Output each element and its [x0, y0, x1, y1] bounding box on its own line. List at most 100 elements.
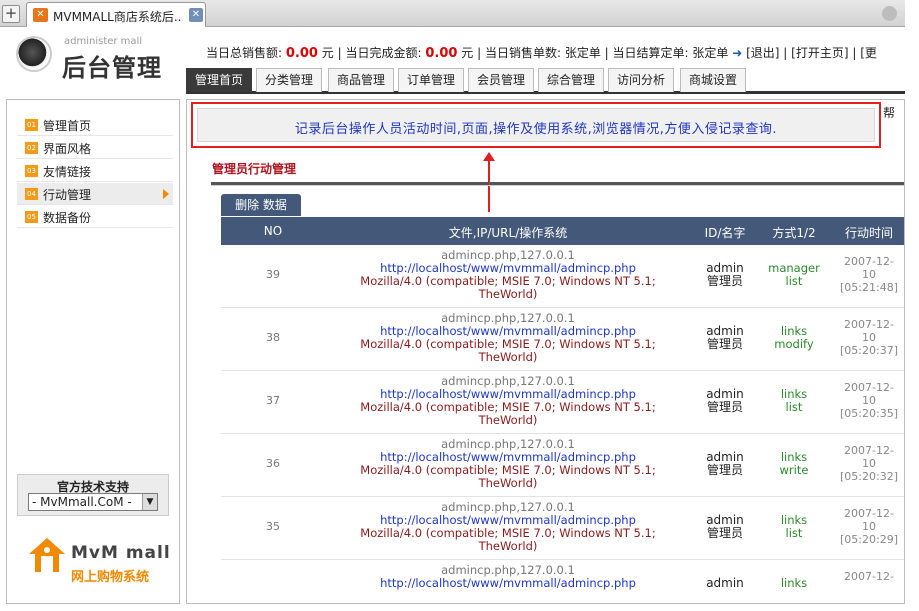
- row-id: admin: [691, 577, 759, 590]
- tech-support-box: 官方技术支持 - MvMmall.CoM - ▼: [17, 474, 169, 516]
- tab-close-icon[interactable]: ✕: [189, 8, 203, 22]
- row-time-date: 2007-12-: [844, 381, 894, 394]
- row-time: 2007-12- 10 [05:20:29]: [829, 507, 904, 546]
- logo-title: 后台管理: [62, 54, 162, 82]
- row-time-day: 10: [862, 268, 876, 281]
- house-logo-icon: [29, 538, 65, 572]
- main-nav: 管理首页 分类管理 商品管理 订单管理 会员管理 综合管理 访问分析 商城设置: [186, 68, 905, 94]
- notice-callout: 记录后台操作人员活动时间,页面,操作及使用系统,浏览器情况,方便入侵记录查询.: [191, 102, 881, 148]
- sidebar-item-label: 友情链接: [43, 165, 92, 179]
- more-link[interactable]: | [更: [852, 46, 877, 60]
- item-number-badge: 02: [25, 142, 38, 154]
- help-link[interactable]: 帮: [883, 104, 895, 121]
- table-row[interactable]: admincp.php,127.0.0.1 http://localhost/w…: [221, 560, 904, 603]
- col-mode[interactable]: 方式1/2: [759, 224, 829, 241]
- row-mode: links list: [759, 388, 829, 414]
- notice-box: 记录后台操作人员活动时间,页面,操作及使用系统,浏览器情况,方便入侵记录查询.: [197, 108, 875, 142]
- row-no: 39: [266, 268, 280, 281]
- row-id: admin 管理员: [691, 262, 759, 288]
- tab-orders[interactable]: 订单管理: [398, 68, 464, 92]
- sidebar-item-actions[interactable]: 04 行动管理: [17, 183, 173, 205]
- sidebar-item-label: 管理首页: [43, 119, 92, 133]
- support-select[interactable]: - MvMmall.CoM - ▼: [28, 493, 158, 511]
- sales-label: 当日总销售额:: [206, 46, 283, 60]
- col-no[interactable]: NO: [221, 224, 325, 238]
- row-mode: links modify: [759, 325, 829, 351]
- tab-analytics[interactable]: 访问分析: [608, 68, 674, 92]
- daily-stats: 当日总销售额: 0.00 元 | 当日完成金额: 0.00 元 | 当日销售单数…: [206, 44, 877, 61]
- row-file: admincp.php,127.0.0.1 http://localhost/w…: [325, 501, 691, 553]
- strip-menu-icon[interactable]: [882, 6, 897, 21]
- sidebar-item-admin-home[interactable]: 01 管理首页: [17, 114, 173, 136]
- row-id: admin 管理员: [691, 451, 759, 477]
- logo-eye-icon: [16, 36, 52, 72]
- pointer-line: [488, 160, 490, 212]
- tab-admin-home[interactable]: 管理首页: [186, 68, 252, 92]
- brand-name: MvM mall: [71, 543, 171, 563]
- row-name-value: 管理员: [706, 274, 743, 288]
- item-number-badge: 04: [25, 188, 38, 200]
- new-tab-button[interactable]: +: [2, 5, 20, 23]
- col-file[interactable]: 文件,IP/URL/操作系统: [325, 224, 691, 241]
- sidebar-item-label: 行动管理: [43, 188, 92, 202]
- col-time[interactable]: 行动时间: [829, 224, 904, 241]
- notice-text: 记录后台操作人员活动时间,页面,操作及使用系统,浏览器情况,方便入侵记录查询.: [294, 122, 778, 137]
- sidebar-item-backup[interactable]: 05 数据备份: [17, 206, 173, 228]
- arrow-icon: ➜: [732, 46, 743, 60]
- row-file: admincp.php,127.0.0.1 http://localhost/w…: [325, 312, 691, 364]
- settle-count: | 当日结算定单: 张定单: [604, 46, 729, 60]
- row-user-agent-2: TheWorld): [478, 413, 538, 427]
- row-time-clock: [05:21:48]: [840, 281, 898, 294]
- admin-header: administer mall 后台管理 当日总销售额: 0.00 元 | 当日…: [0, 28, 905, 94]
- done-value: 0.00: [425, 46, 458, 61]
- row-time-day: 10: [862, 457, 876, 470]
- row-file: admincp.php,127.0.0.1 http://localhost/w…: [325, 438, 691, 490]
- row-time-day: 10: [862, 394, 876, 407]
- tab-products[interactable]: 商品管理: [328, 68, 394, 92]
- row-user-agent-2: TheWorld): [478, 539, 538, 553]
- row-time: 2007-12- 10 [05:20:32]: [829, 444, 904, 483]
- logout-link[interactable]: [退出]: [746, 46, 779, 60]
- row-file: admincp.php,127.0.0.1 http://localhost/w…: [325, 564, 691, 590]
- row-time-clock: [05:20:35]: [840, 407, 898, 420]
- table-row[interactable]: 39 admincp.php,127.0.0.1 http://localhos…: [221, 245, 904, 308]
- row-id-value: admin: [706, 576, 744, 590]
- tab-mall-settings[interactable]: 商城设置: [680, 68, 746, 92]
- row-time-date: 2007-12-: [844, 570, 894, 583]
- logo-subtitle: administer mall: [64, 36, 143, 47]
- site-favicon-icon: ✕: [33, 8, 48, 22]
- table-row[interactable]: 37 admincp.php,127.0.0.1 http://localhos…: [221, 371, 904, 434]
- row-time: 2007-12- 10 [05:20:37]: [829, 318, 904, 357]
- row-user-agent-2: TheWorld): [478, 476, 538, 490]
- sidebar-item-theme[interactable]: 02 界面风格: [17, 137, 173, 159]
- tab-members[interactable]: 会员管理: [468, 68, 534, 92]
- chevron-down-icon[interactable]: ▼: [142, 494, 157, 510]
- row-no: 37: [266, 394, 280, 407]
- col-id[interactable]: ID/名字: [691, 224, 759, 241]
- row-time-day: 10: [862, 331, 876, 344]
- row-time-date: 2007-12-: [844, 444, 894, 457]
- tab-category[interactable]: 分类管理: [256, 68, 322, 92]
- section-subdivider: [211, 185, 904, 186]
- tab-general[interactable]: 综合管理: [538, 68, 604, 92]
- sidebar-item-label: 数据备份: [43, 211, 92, 225]
- row-mode-1: links: [780, 576, 808, 590]
- table-row[interactable]: 38 admincp.php,127.0.0.1 http://localhos…: [221, 308, 904, 371]
- delete-data-button[interactable]: 删除 数据: [221, 194, 301, 216]
- active-arrow-icon: [163, 189, 169, 199]
- sidebar-item-links[interactable]: 03 友情链接: [17, 160, 173, 182]
- table-row[interactable]: 36 admincp.php,127.0.0.1 http://localhos…: [221, 434, 904, 497]
- row-time: 2007-12- 10 [05:21:48]: [829, 255, 904, 294]
- row-id: admin 管理员: [691, 514, 759, 540]
- open-home-link[interactable]: | [打开主页]: [783, 46, 848, 60]
- support-select-value: - MvMmall.CoM -: [32, 495, 132, 509]
- table-row[interactable]: 35 admincp.php,127.0.0.1 http://localhos…: [221, 497, 904, 560]
- row-name-value: 管理员: [706, 463, 743, 477]
- sales-value: 0.00: [285, 46, 318, 61]
- main-content: 记录后台操作人员活动时间,页面,操作及使用系统,浏览器情况,方便入侵记录查询. …: [186, 99, 905, 604]
- sidebar: 01 管理首页 02 界面风格 03 友情链接 04 行动管理 05 数据备份 …: [6, 99, 180, 604]
- row-url-link[interactable]: http://localhost/www/mvmmall/admincp.php: [325, 577, 691, 590]
- browser-tab[interactable]: ✕ MVMMALL商店系统后... ✕: [26, 2, 206, 27]
- row-time-clock: [05:20:32]: [840, 470, 898, 483]
- row-time-day: 10: [862, 520, 876, 533]
